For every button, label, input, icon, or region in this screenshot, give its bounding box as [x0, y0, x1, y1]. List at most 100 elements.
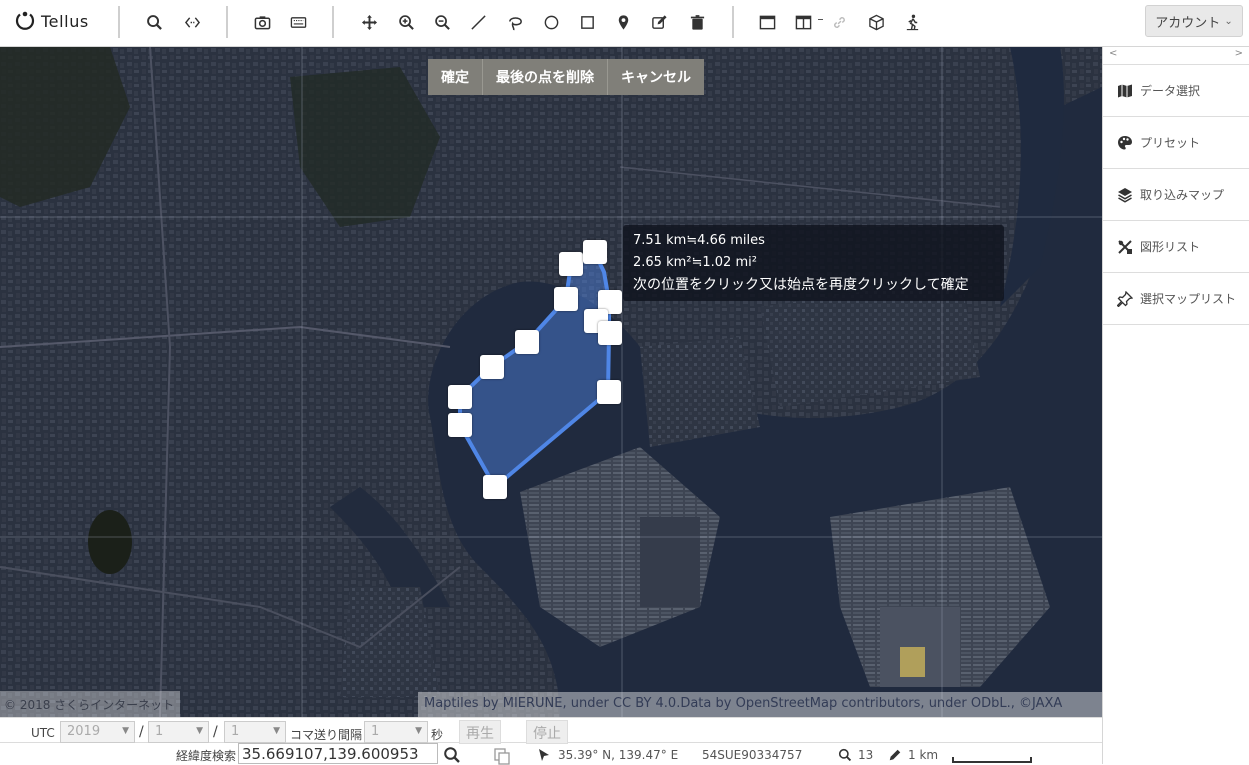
- ruler-pencil-icon: [889, 749, 901, 761]
- day-value: 1: [231, 724, 240, 739]
- toolbar-divider: [226, 6, 228, 38]
- polygon-vertex-handle[interactable]: [448, 385, 472, 409]
- grid-code: 54SUE90334757: [702, 748, 803, 762]
- zoom-level-icon: [838, 748, 852, 762]
- stop-button[interactable]: 停止: [526, 720, 568, 744]
- pedestrian-icon[interactable]: [900, 10, 924, 34]
- date-separator: /: [139, 724, 144, 740]
- line-icon[interactable]: [466, 10, 490, 34]
- shapes-icon: [1118, 239, 1132, 254]
- panel-item-imported-maps[interactable]: 取り込みマップ: [1103, 169, 1249, 221]
- map-copyright: © 2018 さくらインターネット: [0, 691, 180, 717]
- lasso-icon[interactable]: [503, 10, 527, 34]
- circle-icon[interactable]: [539, 10, 563, 34]
- toolbar-divider: [332, 6, 334, 38]
- map-canvas[interactable]: 確定 最後の点を削除 キャンセル 7.51 km≒4.66 miles 2.65…: [0, 47, 1102, 717]
- panel-item-selected-maps[interactable]: 選択マップリスト: [1103, 273, 1249, 325]
- utc-label: UTC: [31, 726, 55, 740]
- tellus-logo[interactable]: Tellus: [14, 8, 89, 34]
- measurement-tooltip: 7.51 km≒4.66 miles 2.65 km²≒1.02 mi² 次の位…: [623, 225, 1004, 301]
- search-icon[interactable]: [142, 10, 166, 34]
- date-separator: /: [213, 724, 218, 740]
- panel-item-label: 取り込みマップ: [1140, 188, 1225, 202]
- area-readout: 2.65 km²≒1.02 mi²: [633, 255, 757, 270]
- zoom-in-icon[interactable]: [394, 10, 418, 34]
- move-icon[interactable]: [357, 10, 381, 34]
- chevron-right-icon[interactable]: >: [1235, 48, 1243, 59]
- link-icon[interactable]: [827, 10, 851, 34]
- camera-icon[interactable]: [250, 10, 274, 34]
- scale-bar: [952, 757, 1032, 763]
- split-window-icon[interactable]: [791, 10, 815, 34]
- toolbar-divider: [118, 6, 120, 38]
- trash-icon[interactable]: [685, 10, 709, 34]
- polygon-vertex-handle[interactable]: [448, 413, 472, 437]
- chevron-down-icon: ⌄: [1224, 15, 1233, 27]
- toolbar-divider: [732, 6, 734, 38]
- polygon-vertex-handle[interactable]: [515, 330, 539, 354]
- day-select[interactable]: 1 ▼: [224, 721, 286, 743]
- zoom-out-icon[interactable]: [430, 10, 454, 34]
- account-label: アカウント: [1155, 15, 1221, 31]
- panel-item-label: 選択マップリスト: [1140, 292, 1237, 306]
- layers-icon: [1118, 187, 1132, 203]
- search-icon[interactable]: [443, 746, 461, 764]
- logo-text: Tellus: [41, 11, 89, 31]
- edit-icon[interactable]: [647, 10, 671, 34]
- month-select[interactable]: 1 ▼: [148, 721, 209, 743]
- side-panel: < > データ選択 プリセット 取り込みマップ 図形リスト 選択マップリスト: [1102, 47, 1249, 764]
- cursor-icon: [539, 749, 549, 761]
- divider: [0, 717, 1102, 718]
- cursor-latlon: 35.39° N, 139.47° E: [558, 748, 679, 762]
- confirm-button[interactable]: 確定: [428, 59, 482, 95]
- account-button[interactable]: アカウント ⌄: [1145, 5, 1243, 37]
- polygon-vertex-handle[interactable]: [480, 355, 504, 379]
- palette-icon: [1118, 135, 1132, 149]
- frame-interval-label: コマ送り間隔: [290, 728, 363, 742]
- embed-code-icon[interactable]: [180, 10, 204, 34]
- interval-value: 1: [371, 724, 380, 739]
- interval-select[interactable]: 1 ▼: [364, 721, 428, 743]
- polygon-vertex-handle[interactable]: [483, 475, 507, 499]
- dropdown-arrow-icon: ▼: [196, 726, 203, 736]
- map-attribution: Maptiles by MIERUNE, under CC BY 4.0.Dat…: [418, 692, 1102, 717]
- copy-icon[interactable]: [493, 747, 511, 765]
- panel-collapse-bar[interactable]: < >: [1103, 47, 1249, 65]
- polygon-vertex-handle[interactable]: [597, 380, 621, 404]
- top-toolbar: Tellus アカウント ⌄: [0, 0, 1249, 47]
- polygon-vertex-handle[interactable]: [554, 287, 578, 311]
- year-select[interactable]: 2019 ▼: [60, 721, 135, 743]
- dropdown-arrow-icon: ▼: [415, 726, 422, 736]
- square-icon[interactable]: [575, 10, 599, 34]
- toolbar-dash: [818, 19, 823, 20]
- panel-item-data-select[interactable]: データ選択: [1103, 65, 1249, 117]
- pin-list-icon: [1117, 290, 1133, 307]
- play-button[interactable]: 再生: [459, 720, 501, 744]
- tellus-logo-icon: [15, 11, 35, 30]
- dropdown-arrow-icon: ▼: [122, 726, 129, 736]
- single-window-icon[interactable]: [755, 10, 779, 34]
- coord-search-label: 経緯度検索: [176, 749, 237, 763]
- cancel-button[interactable]: キャンセル: [607, 59, 704, 95]
- panel-item-label: 図形リスト: [1140, 240, 1201, 254]
- panel-item-label: データ選択: [1140, 84, 1201, 98]
- scale-label: 1 km: [908, 748, 939, 762]
- polygon-vertex-handle[interactable]: [559, 252, 583, 276]
- cube-icon[interactable]: [864, 10, 888, 34]
- panel-item-shape-list[interactable]: 図形リスト: [1103, 221, 1249, 273]
- polygon-vertex-handle[interactable]: [598, 321, 622, 345]
- satellite-imagery: [0, 47, 1102, 717]
- bottom-status-bar: UTC 2019 ▼ / 1 ▼ / 1 ▼ コマ送り間隔 1 ▼ 秒 再生 停止 経緯…: [0, 717, 1102, 765]
- panel-item-preset[interactable]: プリセット: [1103, 117, 1249, 169]
- delete-last-point-button[interactable]: 最後の点を削除: [482, 59, 607, 95]
- draw-instruction: 次の位置をクリック又は始点を再度クリックして確定: [633, 277, 969, 293]
- dropdown-arrow-icon: ▼: [273, 726, 280, 736]
- month-value: 1: [155, 724, 164, 739]
- seconds-label: 秒: [431, 728, 444, 742]
- distance-readout: 7.51 km≒4.66 miles: [633, 233, 765, 248]
- polygon-vertex-handle[interactable]: [583, 240, 607, 264]
- chevron-left-icon[interactable]: <: [1109, 48, 1117, 59]
- keyboard-icon[interactable]: [286, 10, 310, 34]
- pin-icon[interactable]: [611, 10, 635, 34]
- coord-search-input[interactable]: [238, 743, 438, 764]
